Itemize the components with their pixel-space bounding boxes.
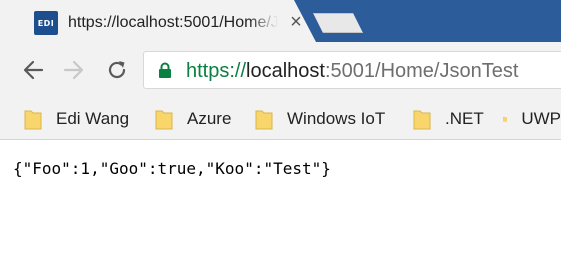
- url-scheme: https://: [186, 60, 247, 82]
- forward-button[interactable]: [60, 56, 88, 84]
- tab-strip: EDI https://localhost:5001/Home/JsonTest…: [0, 0, 561, 42]
- bookmark-label: Edi Wang: [56, 109, 130, 128]
- reload-icon: [108, 61, 126, 79]
- address-bar[interactable]: https://localhost:5001/Home/JsonTest: [143, 51, 561, 89]
- folder-icon: [155, 110, 173, 130]
- site-favicon-icon: EDI: [34, 11, 58, 35]
- json-response-text: {"Foo":1,"Goo":true,"Koo":"Test"}: [13, 159, 331, 178]
- bookmark-label: Windows IoT: [287, 109, 386, 128]
- reload-button[interactable]: [103, 56, 131, 84]
- bookmark-folder-uwp[interactable]: UWP: [503, 106, 561, 132]
- bookmark-folder-azure[interactable]: Azure: [155, 106, 231, 132]
- bookmark-label: .NET: [445, 109, 484, 128]
- tab-title[interactable]: https://localhost:5001/Home/JsonTest: [68, 11, 278, 35]
- url-path: :5001/Home/JsonTest: [324, 60, 519, 82]
- forward-arrow-icon: [63, 60, 84, 80]
- bookmark-folder-edi-wang[interactable]: Edi Wang: [24, 106, 129, 132]
- folder-icon: [413, 110, 431, 130]
- browser-toolbar: https://localhost:5001/Home/JsonTest: [0, 42, 561, 98]
- new-tab-button[interactable]: [313, 13, 363, 33]
- url-text[interactable]: https://localhost:5001/Home/JsonTest: [186, 58, 518, 84]
- folder-icon: [255, 110, 273, 130]
- secure-lock-icon[interactable]: [158, 62, 172, 78]
- back-arrow-icon: [23, 60, 44, 80]
- tab-close-icon[interactable]: ×: [284, 10, 308, 34]
- bookmarks-bar: Edi Wang Azure Windows IoT .NET UWP: [0, 98, 561, 140]
- url-host: localhost: [246, 60, 325, 82]
- folder-icon: [503, 116, 508, 122]
- folder-icon: [24, 110, 42, 130]
- bookmark-folder-windows-iot[interactable]: Windows IoT: [255, 106, 385, 132]
- page-content: {"Foo":1,"Goo":true,"Koo":"Test"}: [0, 141, 561, 260]
- back-button[interactable]: [19, 56, 47, 84]
- bookmark-label: Azure: [187, 109, 232, 128]
- bookmark-label: UWP: [521, 109, 561, 128]
- bookmark-folder-dotnet[interactable]: .NET: [413, 106, 484, 132]
